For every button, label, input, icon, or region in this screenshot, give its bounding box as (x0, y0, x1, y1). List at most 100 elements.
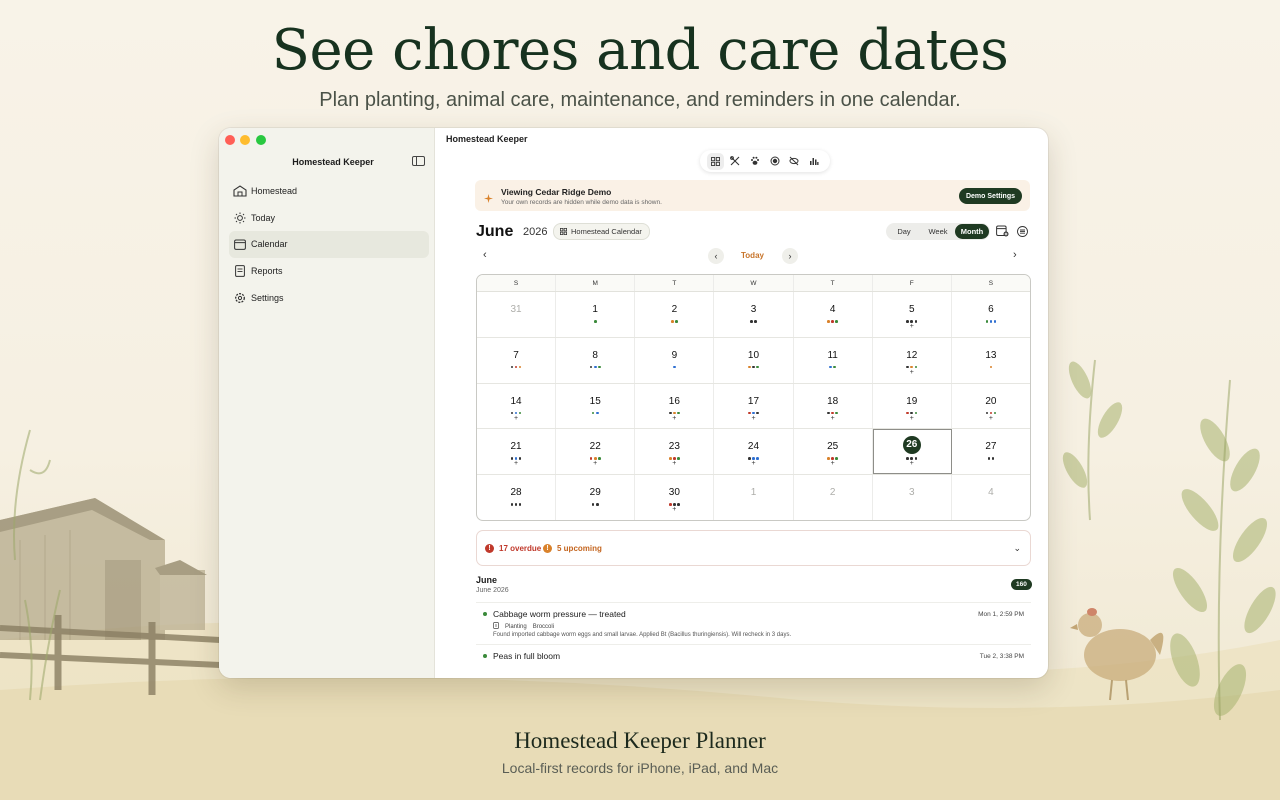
calendar-day[interactable]: 9 (635, 337, 715, 383)
event-dot (591, 411, 595, 415)
calendar-day[interactable]: 17 + (714, 383, 794, 429)
fence-illustration (0, 615, 221, 695)
day-number: 3 (908, 487, 915, 499)
list-item[interactable]: Cabbage worm pressure — treated Mon 1, 2… (476, 602, 1031, 644)
due-summary-bar[interactable]: ! 17 overdue ! 5 upcoming ⌄ (476, 530, 1031, 566)
calendar-day[interactable]: 23 + (635, 429, 715, 475)
record-icon[interactable] (766, 153, 783, 170)
list-options-icon[interactable] (1017, 224, 1028, 242)
calendar-day[interactable]: 31 (477, 292, 557, 337)
calendar-day[interactable]: 7 (477, 337, 557, 383)
event-dot (989, 365, 993, 369)
sidebar-item-homestead[interactable]: Homestead (229, 178, 429, 205)
more-events-indicator: + (909, 368, 914, 376)
weekday-label: M (556, 275, 636, 291)
event-dots (556, 411, 634, 416)
overdue-count[interactable]: ! 17 overdue (485, 544, 541, 553)
event-dot (514, 503, 518, 506)
records-list: Cabbage worm pressure — treated Mon 1, 2… (476, 602, 1031, 678)
calendar-day[interactable]: 28 (477, 475, 557, 520)
main-content: Viewing Cedar Ridge Demo Your own record… (435, 128, 1048, 678)
event-dot (827, 320, 830, 323)
calendar-day[interactable]: 12 + (873, 337, 952, 383)
tools-icon[interactable] (727, 153, 744, 170)
today-button[interactable]: Today (741, 251, 764, 260)
event-dots (477, 365, 555, 370)
event-dot (595, 411, 599, 415)
alert-icon: ! (485, 544, 494, 553)
event-dot (752, 365, 755, 369)
calendar-day[interactable]: 8 (556, 337, 636, 383)
add-event-icon[interactable] (996, 224, 1009, 242)
calendar-day[interactable]: 18 + (794, 383, 873, 429)
eye-slash-icon[interactable] (786, 153, 803, 170)
sidebar-item-today[interactable]: Today (229, 205, 429, 232)
sidebar-item-label: Homestead (251, 186, 298, 197)
calendar-day[interactable]: 22 + (556, 429, 636, 475)
day-number: 20 (985, 395, 997, 407)
calendar-day[interactable]: 3 (714, 292, 794, 337)
calendar-day[interactable]: 21 + (477, 429, 557, 475)
sidebar-item-calendar[interactable]: Calendar (229, 231, 429, 258)
calendar-day[interactable]: 14 + (477, 383, 557, 429)
calendar-day[interactable]: 4 (952, 475, 1030, 520)
next-period-button[interactable]: › (782, 248, 798, 264)
calendar-day[interactable]: 13 (952, 338, 1030, 383)
calendar-day[interactable]: 5 + (873, 292, 952, 337)
entry-time: Tue 2, 3:38 PM (979, 653, 1024, 660)
event-dot (991, 457, 995, 460)
sidebar-item-reports[interactable]: Reports (229, 258, 429, 285)
records-subheading: June 2026 (476, 587, 509, 594)
event-dot (510, 503, 514, 506)
calendar-day[interactable]: 29 (556, 475, 636, 520)
sidebar-toggle-icon[interactable] (412, 156, 425, 166)
calendar-day[interactable]: 1 (556, 292, 636, 337)
day-number: 4 (829, 304, 836, 315)
calendar-day[interactable]: 16 + (635, 383, 715, 429)
calendar-day[interactable]: 20 + (952, 384, 1030, 429)
calendar-day[interactable]: 15 (556, 383, 636, 429)
chart-icon[interactable] (806, 153, 823, 170)
calendar-day[interactable]: 19 + (873, 383, 952, 429)
view-month-tab[interactable]: Month (955, 224, 989, 239)
entry-category-tag: Planting (505, 623, 527, 630)
calendar-day[interactable]: 25 + (794, 429, 873, 475)
demo-settings-button[interactable]: Demo Settings (958, 188, 1022, 204)
event-dot (835, 320, 839, 323)
zoom-window-button[interactable] (256, 135, 266, 145)
calendar-day[interactable]: 30 + (635, 475, 715, 520)
calendar-day[interactable]: 10 (714, 337, 794, 383)
day-number: 26 (902, 436, 921, 455)
grid-icon[interactable] (707, 152, 725, 170)
day-number: 2 (829, 487, 836, 499)
view-week-tab[interactable]: Week (921, 224, 955, 239)
chevron-down-icon[interactable]: ⌄ (1013, 543, 1021, 554)
event-dot (831, 320, 834, 323)
minimize-window-button[interactable] (240, 135, 250, 145)
sidebar-item-label: Calendar (251, 239, 288, 250)
calendar-filter-chip[interactable]: Homestead Calendar (553, 223, 650, 240)
calendar-day[interactable]: 4 (794, 292, 873, 337)
calendar-day[interactable]: 1 (714, 475, 794, 520)
calendar-day[interactable]: 27 (952, 429, 1030, 474)
calendar-day[interactable]: 24 + (714, 429, 794, 475)
next-month-chevron-icon[interactable]: › (1013, 249, 1017, 261)
paw-icon[interactable] (747, 153, 764, 170)
alert-icon: ! (543, 544, 552, 553)
calendar-day[interactable]: 2 (794, 475, 873, 520)
calendar-day[interactable]: 11 (794, 337, 873, 383)
calendar-day[interactable]: 2 (635, 292, 715, 337)
day-number: 1 (750, 487, 757, 499)
previous-month-chevron-icon[interactable]: ‹ (483, 249, 487, 261)
day-number: 4 (988, 487, 994, 499)
calendar-day[interactable]: 6 (952, 292, 1030, 337)
view-day-tab[interactable]: Day (887, 224, 921, 239)
calendar-day-today[interactable]: 26 + (872, 429, 952, 475)
sidebar-item-settings[interactable]: Settings (229, 284, 429, 311)
upcoming-count[interactable]: ! 5 upcoming (543, 544, 602, 553)
more-events-indicator: + (909, 414, 914, 422)
close-window-button[interactable] (225, 135, 235, 145)
previous-period-button[interactable]: ‹ (708, 248, 724, 264)
calendar-day[interactable]: 3 (873, 475, 952, 520)
list-item[interactable]: Peas in full bloom Tue 2, 3:38 PM (476, 644, 1031, 678)
